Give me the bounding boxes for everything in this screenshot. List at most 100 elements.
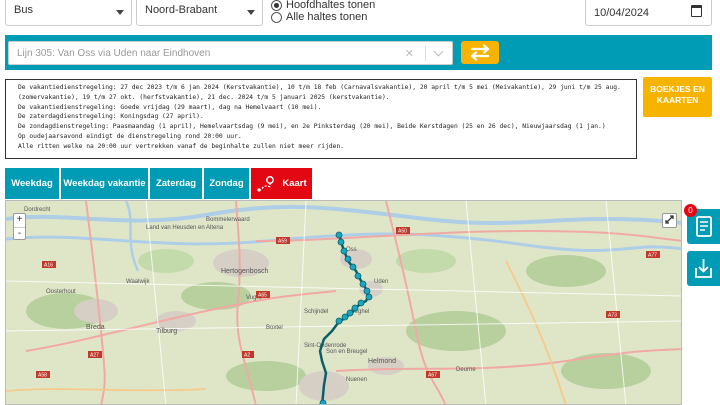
radio-hoofdhaltes[interactable]: Hoofdhaltes tonen bbox=[271, 0, 375, 11]
map-label: Oss bbox=[346, 247, 357, 253]
map-label: Schijndel bbox=[304, 309, 328, 315]
timetable-info-box: De vakantiedienstregeling: 27 dec 2023 t… bbox=[5, 79, 637, 159]
radio-button[interactable] bbox=[271, 11, 282, 23]
swap-direction-button[interactable] bbox=[461, 41, 499, 64]
tab-kaart[interactable]: Kaart bbox=[251, 168, 312, 199]
bus-stop-marker[interactable] bbox=[351, 304, 359, 312]
chevron-down-icon bbox=[116, 10, 124, 15]
zoom-in-button[interactable]: + bbox=[14, 214, 25, 227]
transport-type-value: Bus bbox=[14, 4, 33, 16]
bus-stop-marker[interactable] bbox=[337, 238, 345, 246]
road-shield: A27 bbox=[88, 351, 102, 359]
province-select[interactable]: Noord-Brabant bbox=[136, 0, 263, 26]
road-shield: A77 bbox=[646, 251, 660, 259]
map-label: Oosterhout bbox=[46, 289, 76, 295]
road-shield: A73 bbox=[606, 311, 620, 319]
map-label: Boxtel bbox=[266, 325, 283, 331]
bus-stop-marker[interactable] bbox=[341, 313, 349, 321]
bus-stop-marker[interactable] bbox=[335, 231, 343, 239]
svg-text:A27: A27 bbox=[90, 353, 99, 359]
bus-stop-marker[interactable] bbox=[359, 280, 367, 288]
zoom-control: + - bbox=[13, 213, 26, 240]
radio-button-selected[interactable] bbox=[271, 0, 282, 11]
bus-stop-marker[interactable] bbox=[319, 399, 327, 405]
road-shield: A59 bbox=[276, 237, 290, 245]
map-label: Bommelerwaard bbox=[206, 217, 250, 223]
zoom-out-button[interactable]: - bbox=[14, 227, 25, 240]
svg-text:A58: A58 bbox=[38, 373, 47, 379]
boekjes-kaarten-button[interactable]: BOEKJES EN KAARTEN bbox=[643, 77, 712, 117]
info-line: De zaterdagdienstregeling: Koningsdag (2… bbox=[18, 113, 204, 121]
map-label: Uden bbox=[374, 279, 388, 285]
road-shield: A2 bbox=[242, 351, 254, 359]
map-label: Hertogenbosch bbox=[221, 268, 269, 275]
expand-icon bbox=[665, 215, 674, 224]
map-label: Breda bbox=[86, 324, 105, 331]
road-shield: A16 bbox=[42, 261, 56, 269]
info-line: De vakantiedienstregeling: 27 dec 2023 t… bbox=[18, 84, 621, 91]
calendar-icon[interactable] bbox=[691, 5, 702, 17]
svg-text:A67: A67 bbox=[428, 373, 437, 379]
download-icon bbox=[695, 259, 712, 278]
road-shield: A58 bbox=[36, 371, 50, 379]
radio-label-alle-haltes: Alle haltes tonen bbox=[286, 11, 368, 23]
map-canvas[interactable]: Dordrecht Land van Heusden en Altena Bom… bbox=[6, 201, 682, 405]
info-line: De vakantiedienstregeling: Goede vrijdag… bbox=[18, 103, 322, 111]
tab-zaterdag[interactable]: Zaterdag bbox=[150, 168, 202, 199]
map-label: Tilburg bbox=[156, 328, 177, 335]
close-icon[interactable]: ✕ bbox=[405, 47, 414, 60]
svg-text:A59: A59 bbox=[278, 239, 287, 245]
tab-weekdag-vakantie[interactable]: Weekdag vakantie bbox=[61, 168, 148, 199]
bus-stop-marker[interactable] bbox=[365, 293, 373, 301]
province-value: Noord-Brabant bbox=[145, 4, 218, 16]
svg-text:A73: A73 bbox=[608, 313, 617, 319]
tab-zondag[interactable]: Zondag bbox=[204, 168, 249, 199]
tab-label: Zaterdag bbox=[155, 178, 197, 189]
bus-stop-marker[interactable] bbox=[344, 255, 352, 263]
svg-text:A50: A50 bbox=[398, 229, 407, 235]
route-value: Lijn 305: Van Oss via Uden naar Eindhove… bbox=[17, 48, 211, 59]
tab-weekdag[interactable]: Weekdag bbox=[5, 168, 59, 199]
route-select-divider bbox=[425, 46, 426, 61]
boekjes-label-line1: BOEKJES EN bbox=[650, 84, 705, 94]
date-input[interactable]: 10/04/2024 bbox=[585, 0, 712, 26]
bus-stop-marker[interactable] bbox=[357, 299, 365, 307]
fullscreen-button[interactable] bbox=[662, 213, 677, 228]
svg-text:A16: A16 bbox=[44, 263, 53, 269]
map-label: Dordrecht bbox=[24, 207, 51, 213]
bus-stop-marker[interactable] bbox=[349, 263, 357, 271]
bus-stop-marker[interactable] bbox=[340, 247, 348, 255]
info-line: Alle ritten welke na 20:00 uur vertrekke… bbox=[18, 142, 345, 150]
road-shield: A50 bbox=[396, 227, 410, 235]
map-label: Nuenen bbox=[346, 377, 367, 383]
route-select[interactable]: Lijn 305: Van Oss via Uden naar Eindhove… bbox=[8, 41, 453, 65]
info-line: (zomervakantie), 19 t/m 27 okt. (herfstv… bbox=[18, 93, 390, 101]
bus-stop-marker[interactable] bbox=[354, 272, 362, 280]
bus-stop-marker[interactable] bbox=[346, 309, 354, 317]
booklet-count-badge: 0 bbox=[684, 204, 697, 217]
bus-stop-marker[interactable] bbox=[335, 317, 343, 325]
tab-label: Kaart bbox=[282, 178, 307, 189]
road-shield: A67 bbox=[426, 371, 440, 379]
boekjes-label-line2: KAARTEN bbox=[656, 95, 699, 105]
map-label: Helmond bbox=[368, 358, 396, 365]
map-label: Son en Breugel bbox=[326, 349, 367, 355]
route-map-icon bbox=[257, 175, 275, 192]
bus-stop-marker[interactable] bbox=[363, 287, 371, 295]
chevron-down-icon[interactable] bbox=[433, 46, 444, 57]
map-label: Land van Heusden en Altena bbox=[146, 225, 224, 231]
radio-alle-haltes[interactable]: Alle haltes tonen bbox=[271, 11, 367, 23]
svg-text:A77: A77 bbox=[648, 253, 657, 259]
tab-label: Zondag bbox=[209, 178, 244, 189]
map-label: Deurne bbox=[456, 367, 476, 373]
road-shield: A65 bbox=[256, 291, 270, 299]
tab-label: Weekdag bbox=[11, 178, 53, 189]
download-button[interactable] bbox=[687, 251, 720, 286]
radio-label-hoofdhaltes: Hoofdhaltes tonen bbox=[286, 0, 376, 11]
transport-type-select[interactable]: Bus bbox=[5, 0, 132, 26]
info-line: De zondagdienstregeling: Paasmaandag (1 … bbox=[18, 123, 606, 131]
info-line: Op oudejaarsavond eindigt de dienstregel… bbox=[18, 132, 242, 140]
swap-direction-icon bbox=[470, 44, 490, 61]
svg-text:A65: A65 bbox=[258, 293, 267, 299]
route-map[interactable]: Dordrecht Land van Heusden en Altena Bom… bbox=[5, 200, 682, 405]
